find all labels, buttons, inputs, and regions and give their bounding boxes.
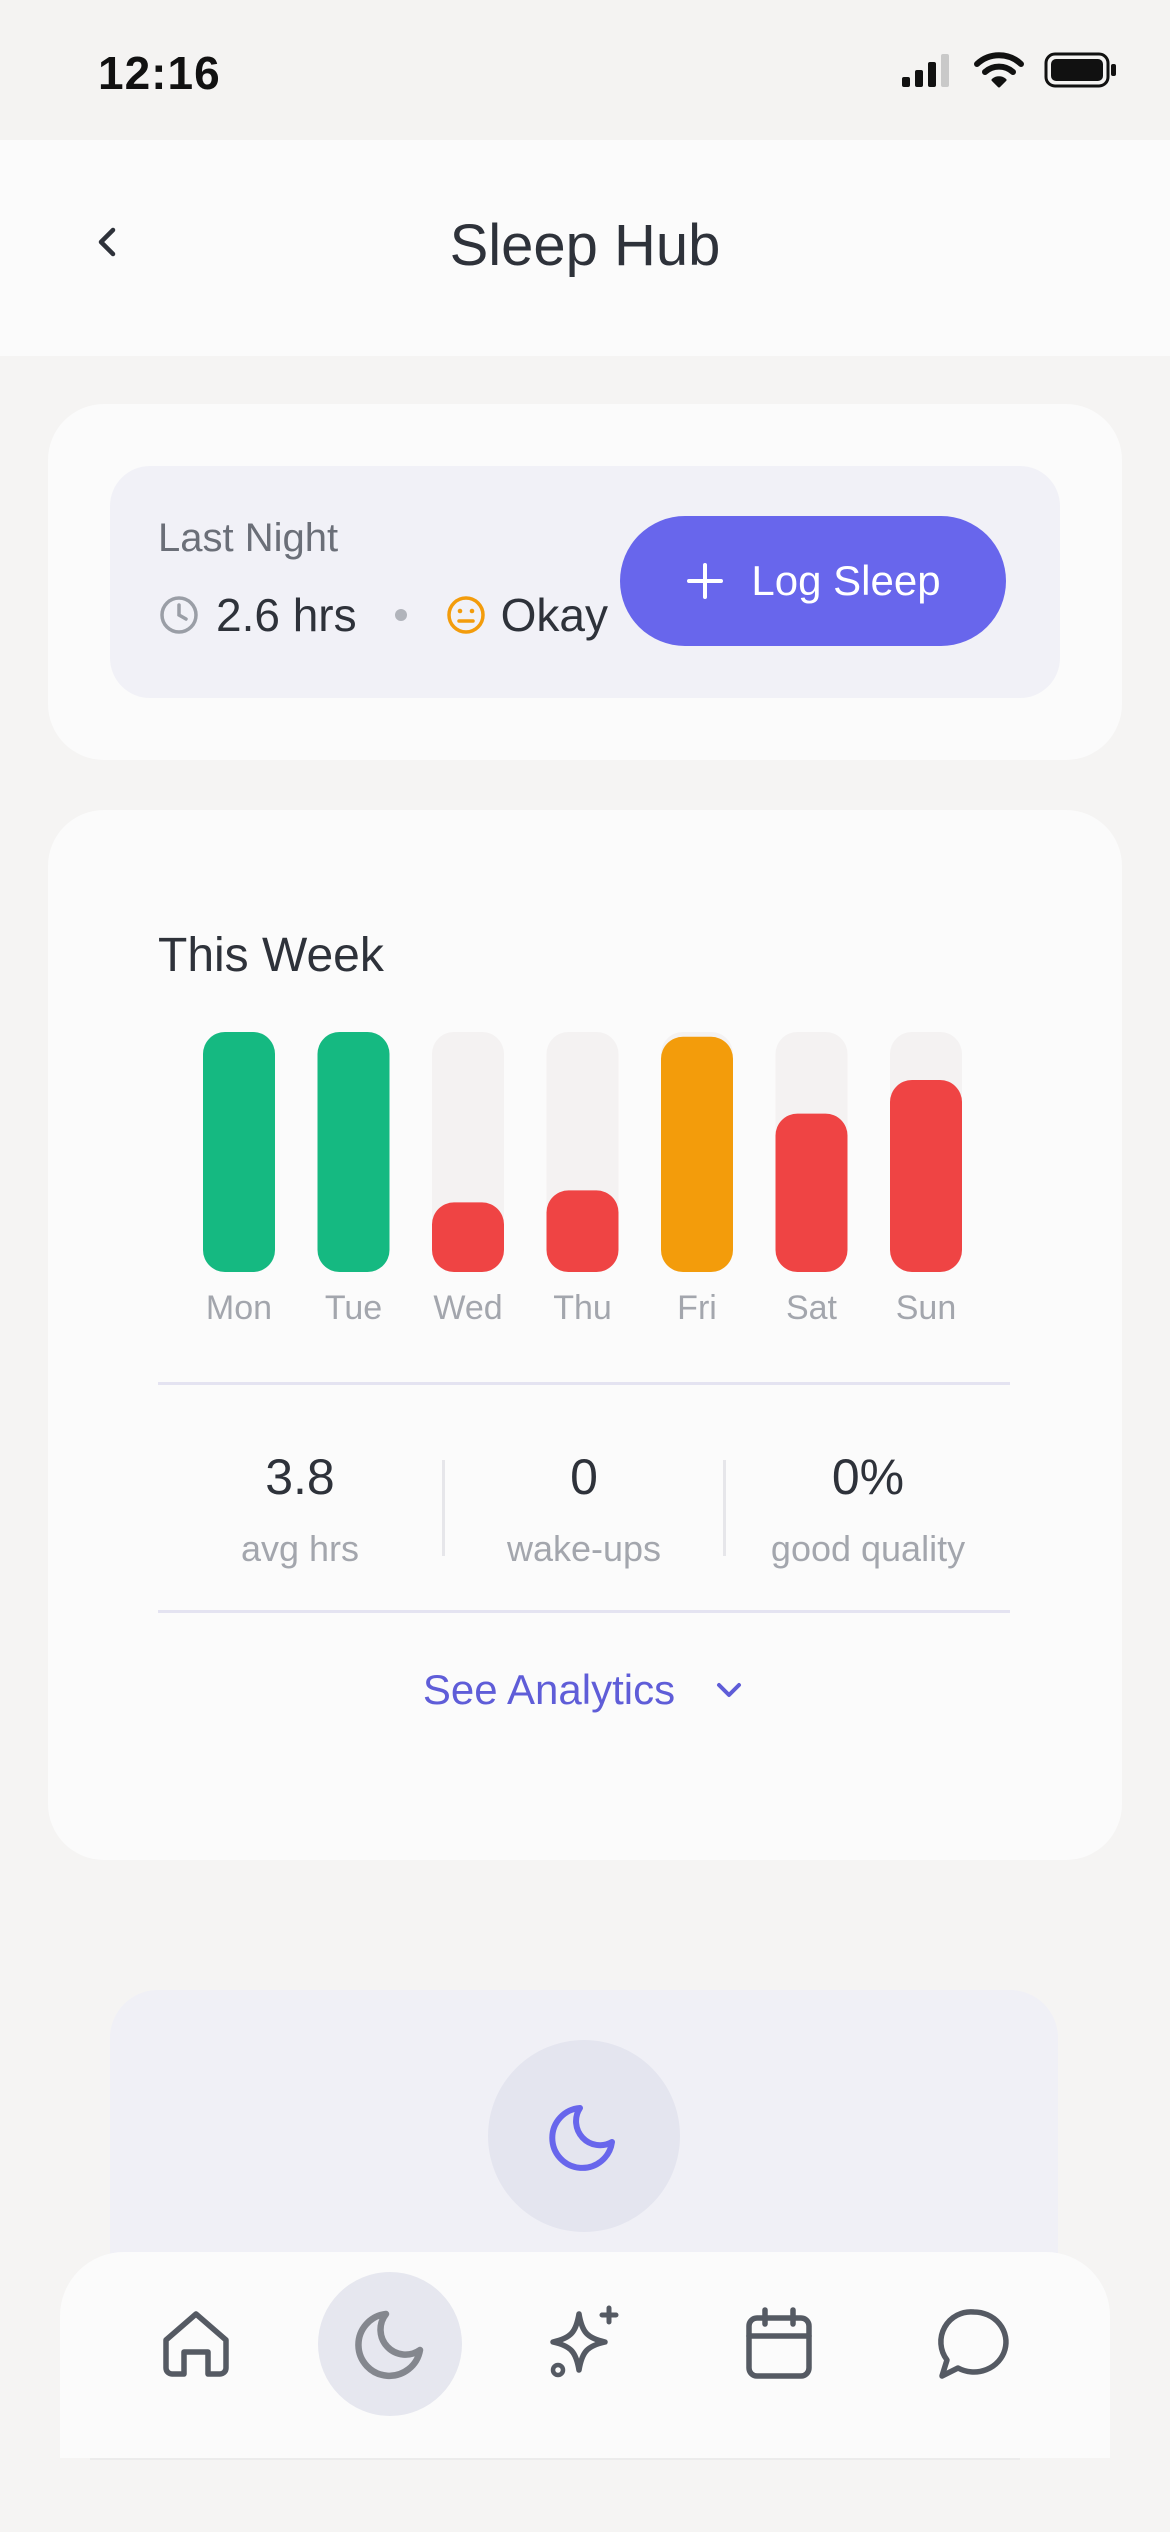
this-week-card: This Week Mon Tue Wed Thu Fri Sat Sun 3.8 avg … [48, 810, 1122, 1860]
weekly-sleep-chart: Mon Tue Wed Thu Fri Sat Sun [203, 1032, 962, 1327]
tick-label-thu: Thu [553, 1289, 612, 1327]
tick-label-wed: Wed [433, 1289, 502, 1327]
log-sleep-button[interactable]: Log Sleep [620, 516, 1006, 646]
bar-tue[interactable] [317, 1032, 390, 1272]
last-night-stats: 2.6 hrs Okay [158, 588, 608, 642]
calendar-icon [746, 2307, 812, 2379]
tick-label-tue: Tue [325, 1289, 382, 1327]
see-analytics-button[interactable]: See Analytics [48, 1666, 1122, 1714]
bar-sat[interactable] [775, 1113, 848, 1272]
tick-label-sun: Sun [896, 1289, 957, 1327]
bar-wed[interactable] [432, 1202, 504, 1272]
home-indicator-line [90, 2458, 1020, 2460]
sparkle-icon [550, 2305, 619, 2378]
bar-mon[interactable] [203, 1032, 275, 1272]
log-sleep-label: Log Sleep [751, 557, 941, 604]
status-time: 12:16 [98, 47, 221, 99]
stat-avg-hours: 3.8 avg hrs [158, 1440, 442, 1580]
chart-divider [158, 1382, 1010, 1385]
last-night-quality: Okay [500, 589, 609, 641]
see-analytics-label: See Analytics [422, 1666, 676, 1713]
stat-label: good quality [770, 1528, 966, 1569]
last-night-hours: 2.6 hrs [216, 589, 357, 641]
battery-icon [1044, 52, 1116, 88]
bottom-nav [60, 2252, 1110, 2458]
chat-icon [938, 2309, 1009, 2379]
stat-value: 0% [831, 1449, 905, 1505]
stat-value: 3.8 [265, 1449, 335, 1505]
tick-label-mon: Mon [206, 1289, 272, 1327]
plus-icon [687, 563, 724, 599]
chevron-down-icon [717, 1683, 742, 1697]
promo-moon-badge [488, 2040, 680, 2232]
clock-icon [160, 596, 198, 634]
bar-thu[interactable] [546, 1190, 619, 1272]
tick-label-sat: Sat [786, 1289, 838, 1327]
nav-sleep[interactable] [318, 2272, 462, 2416]
stat-good-quality: 0% good quality [726, 1440, 1010, 1580]
status-bar: 12:16 [0, 0, 1170, 140]
stat-label: wake-ups [506, 1528, 662, 1569]
moon-icon [355, 2310, 424, 2379]
week-stats: 3.8 avg hrs 0 wake-ups 0% good quality [158, 1440, 1010, 1580]
last-night-label: Last Night [158, 516, 339, 560]
stat-wake-ups: 0 wake-ups [442, 1440, 726, 1580]
separator-dot [394, 609, 407, 621]
status-icons [902, 52, 1118, 88]
stats-divider [158, 1610, 1010, 1613]
moon-icon [549, 2105, 615, 2171]
last-night-card: Last Night 2.6 hrs Okay Log Sleep [48, 404, 1122, 760]
bar-fri[interactable] [661, 1036, 733, 1272]
nav-insights[interactable] [513, 2272, 657, 2416]
nav-chat[interactable] [902, 2272, 1046, 2416]
bar-sun[interactable] [890, 1080, 962, 1272]
wifi-icon [974, 52, 1024, 88]
last-night-summary: Last Night 2.6 hrs Okay Log Sleep [110, 466, 1060, 698]
page-title: Sleep Hub [449, 213, 721, 278]
app-header: Sleep Hub [0, 140, 1170, 356]
nav-home[interactable] [124, 2272, 268, 2416]
neutral-face-icon [446, 596, 485, 634]
nav-calendar[interactable] [707, 2272, 851, 2416]
home-icon [163, 2311, 229, 2377]
stat-separator [442, 1460, 445, 1556]
tick-label-fri: Fri [677, 1289, 717, 1327]
signal-icon [902, 54, 949, 87]
stat-label: avg hrs [240, 1528, 360, 1569]
stat-value: 0 [570, 1449, 598, 1505]
